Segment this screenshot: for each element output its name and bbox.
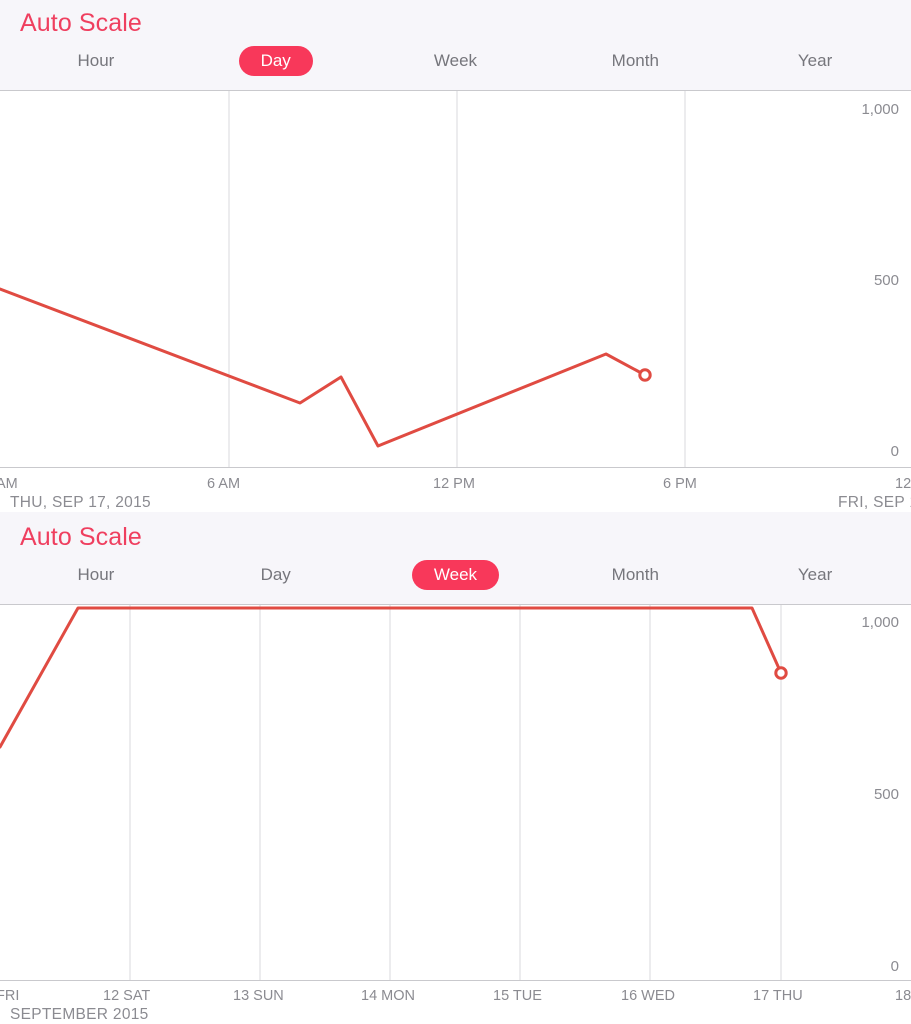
chart-svg-week — [0, 605, 911, 980]
tab-day[interactable]: Day — [186, 38, 366, 82]
y-tick-500-day: 500 — [874, 273, 899, 288]
chart-panel-week: Auto Scale Hour Day Week Month Year — [0, 512, 911, 1024]
chart-panel-day: Auto Scale Hour Day Week Month Year — [0, 0, 911, 512]
tab-week-week-label: Week — [412, 560, 499, 590]
tab-month-label: Month — [590, 46, 681, 76]
end-point-marker-week — [776, 668, 786, 678]
end-point-marker-day — [640, 370, 650, 380]
chart-footer-week: FRI 12 SAT 13 SUN 14 MON 15 TUE 16 WED 1… — [0, 980, 911, 1024]
x-tick-12sat-week: 12 SAT — [103, 989, 150, 1004]
tab-hour-week-label: Hour — [55, 560, 136, 590]
x-tick-16wed-week: 16 WED — [621, 989, 675, 1004]
x-tick-fri-week: FRI — [0, 989, 19, 1004]
tab-year[interactable]: Year — [725, 38, 905, 82]
data-line-day — [0, 289, 645, 446]
time-range-segmented-control-week[interactable]: Hour Day Week Month Year — [0, 552, 911, 596]
time-range-segmented-control-day[interactable]: Hour Day Week Month Year — [0, 38, 911, 82]
x-tick-14mon-week: 14 MON — [361, 989, 415, 1004]
tab-week-week[interactable]: Week — [366, 552, 546, 596]
x-tick-17thu-week: 17 THU — [753, 989, 803, 1004]
x-tick-13sun-week: 13 SUN — [233, 989, 284, 1004]
page-title: Auto Scale — [0, 0, 911, 38]
gridlines-week — [130, 605, 781, 980]
page-title-week: Auto Scale — [0, 512, 911, 552]
chart-plot-day[interactable]: 1,000 500 0 — [0, 91, 911, 467]
y-tick-0-week: 0 — [891, 959, 899, 974]
chart-footer-day: AM 6 AM 12 PM 6 PM 12 THU, SEP 17, 2015 … — [0, 467, 911, 512]
tab-month-week-label: Month — [590, 560, 681, 590]
tab-week-label: Week — [412, 46, 499, 76]
tab-week[interactable]: Week — [366, 38, 546, 82]
y-tick-0-day: 0 — [891, 444, 899, 459]
x-axis-line-week — [0, 980, 911, 981]
tab-month-week[interactable]: Month — [545, 552, 725, 596]
tab-year-label: Year — [776, 46, 854, 76]
y-tick-500-week: 500 — [874, 787, 899, 802]
tab-month[interactable]: Month — [545, 38, 725, 82]
tab-day-week[interactable]: Day — [186, 552, 366, 596]
x-tick-12-day: 12 — [895, 477, 911, 492]
x-tick-12pm-day: 12 PM — [433, 477, 475, 492]
x-tick-6am-day: 6 AM — [207, 477, 240, 492]
chart-header-week: Auto Scale Hour Day Week Month Year — [0, 512, 911, 604]
y-tick-1000-day: 1,000 — [861, 102, 899, 117]
gridlines-day — [229, 91, 685, 467]
tab-year-week-label: Year — [776, 560, 854, 590]
x-tick-18-week: 18 — [895, 989, 911, 1004]
range-end-label-day: FRI, SEP 1 — [838, 494, 911, 511]
x-tick-am-day: AM — [0, 477, 18, 492]
tab-year-week[interactable]: Year — [725, 552, 905, 596]
tab-hour-week[interactable]: Hour — [6, 552, 186, 596]
range-start-label-week: SEPTEMBER 2015 — [10, 1006, 149, 1023]
chart-header-day: Auto Scale Hour Day Week Month Year — [0, 0, 911, 90]
chart-svg-day — [0, 91, 911, 467]
x-axis-line-day — [0, 467, 911, 468]
tab-day-week-label: Day — [239, 560, 313, 590]
y-tick-1000-week: 1,000 — [861, 615, 899, 630]
tab-hour-label: Hour — [55, 46, 136, 76]
x-tick-15tue-week: 15 TUE — [493, 989, 542, 1004]
range-start-label-day: THU, SEP 17, 2015 — [10, 494, 151, 511]
x-tick-6pm-day: 6 PM — [663, 477, 697, 492]
tab-day-label: Day — [239, 46, 313, 76]
chart-plot-week[interactable]: 1,000 500 0 — [0, 605, 911, 980]
tab-hour[interactable]: Hour — [6, 38, 186, 82]
